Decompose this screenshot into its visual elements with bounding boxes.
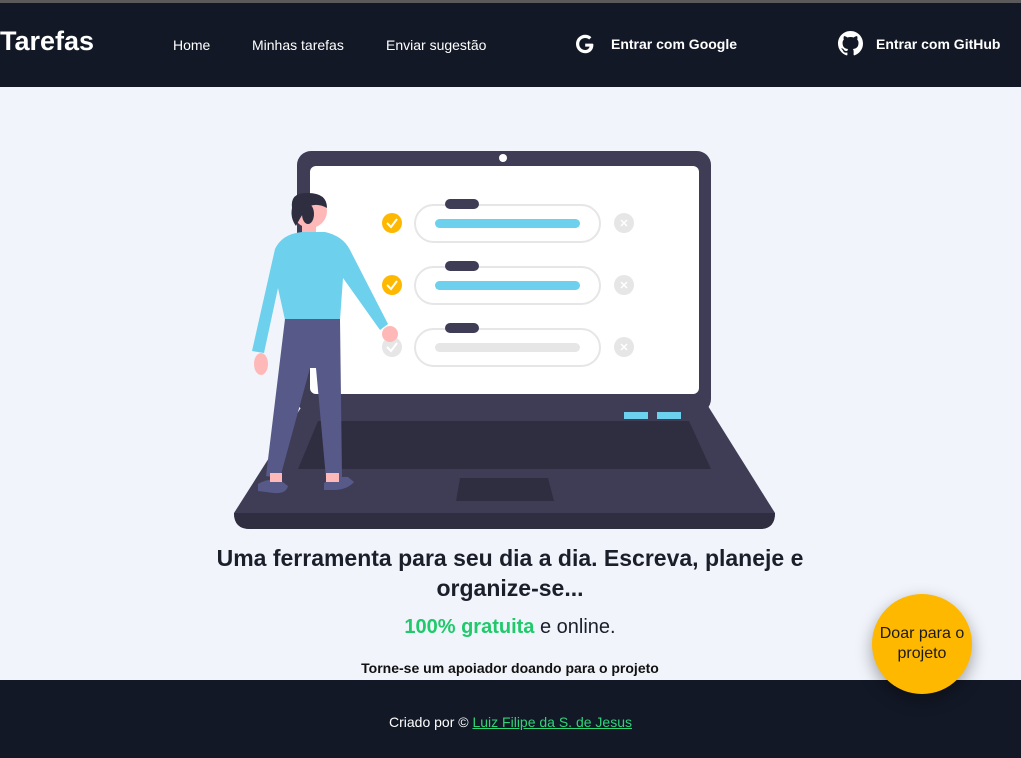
check-done-icon xyxy=(382,213,402,233)
github-login-button[interactable]: Entrar com GitHub xyxy=(838,31,1000,56)
laptop-touchpad xyxy=(456,478,554,501)
nav-my-tasks[interactable]: Minhas tarefas xyxy=(252,37,344,53)
hero-illustration xyxy=(230,148,780,533)
google-login-label: Entrar com Google xyxy=(611,36,738,52)
donate-button[interactable]: Doar para o projeto xyxy=(872,594,972,694)
free-accent-text: 100% gratuita xyxy=(404,616,535,638)
page-footer: Criado por © Luiz Filipe da S. de Jesus xyxy=(0,680,1021,758)
google-login-button[interactable]: Entrar com Google xyxy=(572,31,737,57)
github-login-label: Entrar com GitHub xyxy=(876,35,1001,52)
nav-home[interactable]: Home xyxy=(173,37,210,53)
headline-line-2: organize-se... xyxy=(436,575,584,601)
google-icon xyxy=(572,31,598,57)
free-online-tagline: 100% gratuita e online. xyxy=(260,616,760,639)
page-headline: Uma ferramenta para seu dia a dia. Escre… xyxy=(150,543,870,603)
online-text: e online. xyxy=(534,616,616,638)
headline-line-1: Uma ferramenta para seu dia a dia. Escre… xyxy=(216,545,804,571)
laptop-camera xyxy=(499,154,507,162)
footer-author-link[interactable]: Luiz Filipe da S. de Jesus xyxy=(472,714,632,730)
support-cta-text: Torne-se um apoiador doando para o proje… xyxy=(361,660,659,676)
github-icon xyxy=(838,31,863,56)
laptop-screen xyxy=(310,166,699,394)
footer-prefix: Criado por © xyxy=(389,714,473,730)
check-done-icon xyxy=(382,275,402,295)
laptop-keyboard xyxy=(298,421,711,469)
nav-send-suggestion[interactable]: Enviar sugestão xyxy=(386,37,486,53)
app-brand[interactable]: Tarefas xyxy=(0,26,94,57)
top-navbar: Tarefas Home Minhas tarefas Enviar suges… xyxy=(0,3,1021,87)
